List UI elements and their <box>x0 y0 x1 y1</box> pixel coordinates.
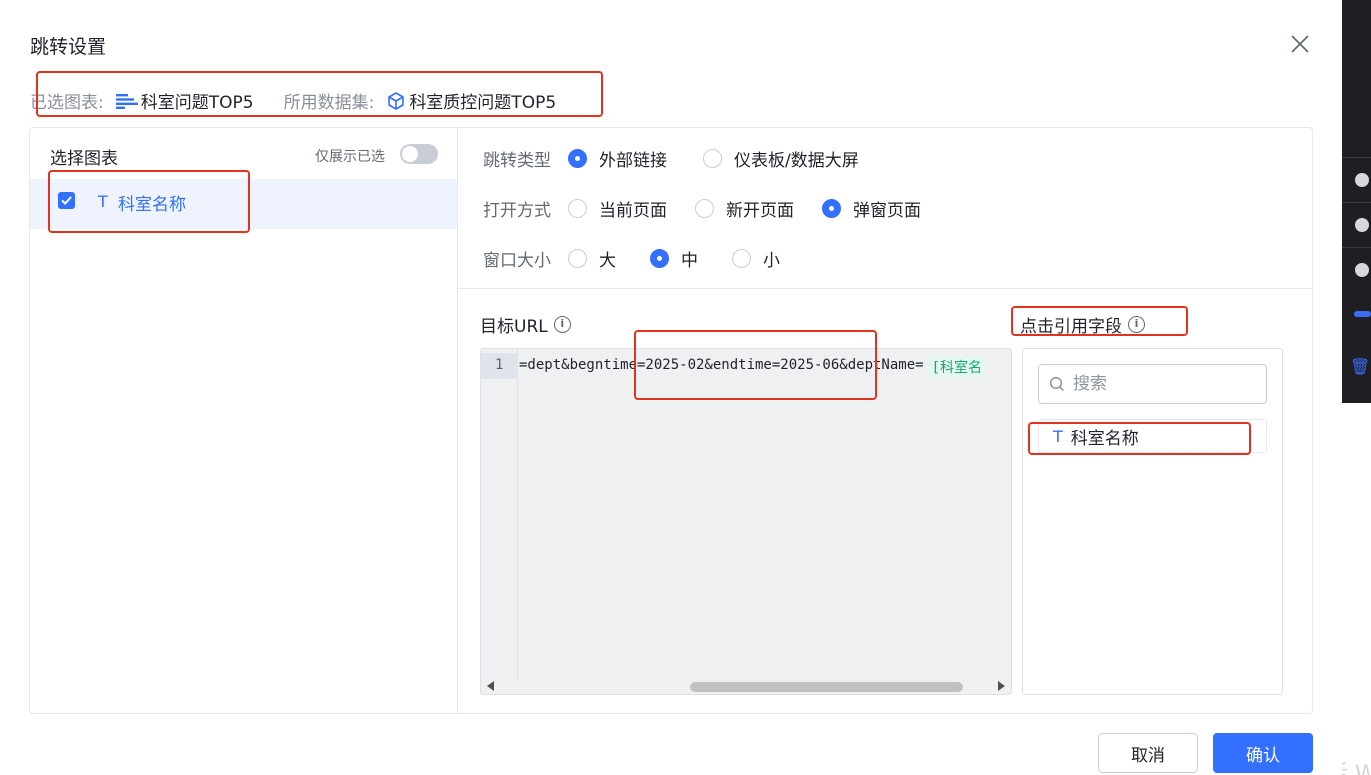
window-size-row: 窗口大小 大 中 小 <box>483 245 808 271</box>
radio-circle <box>568 198 587 218</box>
jump-type-label: 跳转类型 <box>483 150 551 171</box>
target-url-text: 目标URL <box>480 317 548 337</box>
reference-field-text: 点击引用字段 <box>1020 317 1122 337</box>
radio-size-large[interactable]: 大 <box>568 246 616 271</box>
confirm-button[interactable]: 确认 <box>1213 733 1313 773</box>
radio-size-medium[interactable]: 中 <box>650 246 698 271</box>
background-dot-icon <box>1355 173 1369 187</box>
dataset-name: 科室质控问题TOP5 <box>409 93 557 113</box>
radio-external-link[interactable]: 外部链接 <box>568 146 667 171</box>
settings-panel: 选择图表 仅展示已选 T 科室名称 跳转类型 外部链接 仪表板/数据大屏 打开方… <box>29 127 1313 714</box>
close-icon[interactable] <box>1289 33 1311 55</box>
background-panel <box>1342 403 1371 775</box>
radio-new-page[interactable]: 新开页面 <box>695 196 794 221</box>
radio-label: 当前页面 <box>599 200 667 221</box>
horizontal-scrollbar[interactable] <box>481 678 1011 694</box>
chart-field-row[interactable] <box>30 179 457 229</box>
radio-circle <box>732 248 751 268</box>
radio-label: 中 <box>681 250 698 271</box>
dataset-label: 所用数据集: <box>283 93 375 113</box>
radio-label: 大 <box>599 250 616 271</box>
jump-settings-dialog: 跳转设置 已选图表: 科室问题TOP5 所用数据集: 科室质控问题TOP5 选择… <box>0 0 1342 775</box>
field-reference-tag[interactable]: [科室名 <box>927 357 987 377</box>
scroll-right-icon[interactable] <box>998 681 1005 691</box>
radio-label: 弹窗页面 <box>853 200 921 221</box>
radio-current-page[interactable]: 当前页面 <box>568 196 667 221</box>
line-number: 1 <box>495 357 504 373</box>
radio-label: 外部链接 <box>599 150 667 171</box>
text-type-icon: T <box>98 192 108 211</box>
cancel-button[interactable]: 取消 <box>1098 733 1198 773</box>
chart-select-title: 选择图表 <box>50 149 118 169</box>
field-search-box <box>1038 364 1267 404</box>
url-code-line[interactable]: =dept&begntime=2025-02&endtime=2025-06&d… <box>519 357 987 377</box>
text-type-icon: T <box>1053 426 1063 446</box>
selected-chart-label: 已选图表: <box>30 93 104 113</box>
radio-label: 新开页面 <box>726 200 794 221</box>
search-icon <box>1049 376 1065 392</box>
reference-field-label: 点击引用字段 i <box>1020 312 1145 337</box>
only-selected-toggle[interactable] <box>400 144 438 164</box>
background-dot-icon <box>1355 263 1369 277</box>
radio-circle <box>568 248 587 268</box>
cube-icon <box>388 91 405 110</box>
background-app: 🗑 <box>1342 0 1371 775</box>
bar-chart-icon <box>115 93 138 109</box>
only-selected-label: 仅展示已选 <box>315 149 385 165</box>
target-url-label: 目标URL i <box>480 312 571 337</box>
editor-gutter <box>481 349 518 694</box>
scroll-left-icon[interactable] <box>487 681 494 691</box>
info-icon[interactable]: i <box>1128 316 1145 333</box>
radio-circle <box>822 198 841 218</box>
url-code-text: =dept&begntime=2025-02&endtime=2025-06&d… <box>519 357 924 373</box>
radio-circle <box>695 198 714 218</box>
chart-field-checkbox[interactable] <box>58 192 75 209</box>
radio-circle <box>650 248 669 268</box>
window-size-label: 窗口大小 <box>483 250 551 271</box>
selected-chart-name: 科室问题TOP5 <box>140 93 254 113</box>
radio-circle <box>703 148 722 168</box>
radio-size-small[interactable]: 小 <box>732 246 780 271</box>
background-dot-icon <box>1355 218 1369 232</box>
field-search-input[interactable] <box>1073 374 1243 394</box>
radio-label: 仪表板/数据大屏 <box>734 150 859 171</box>
background-bar <box>1354 311 1371 317</box>
info-icon[interactable]: i <box>553 316 571 333</box>
reference-field-panel: T 科室名称 <box>1022 348 1283 695</box>
dialog-title: 跳转设置 <box>30 36 107 58</box>
radio-dashboard[interactable]: 仪表板/数据大屏 <box>703 146 859 171</box>
chart-field-label: 科室名称 <box>118 195 186 215</box>
open-mode-row: 打开方式 当前页面 新开页面 弹窗页面 <box>483 195 949 221</box>
chart-select-pane: 选择图表 仅展示已选 T 科室名称 <box>30 128 458 713</box>
section-divider <box>458 288 1313 289</box>
reference-field-item[interactable]: T 科室名称 <box>1038 419 1267 453</box>
toggle-knob <box>402 146 418 162</box>
trash-icon: 🗑 <box>1350 357 1371 376</box>
jump-config-pane: 跳转类型 外部链接 仪表板/数据大屏 打开方式 当前页面 新开页面 弹窗页面 窗… <box>458 128 1313 713</box>
url-code-editor[interactable]: 1 =dept&begntime=2025-02&endtime=2025-06… <box>480 348 1012 695</box>
radio-label: 小 <box>763 250 780 271</box>
jump-type-row: 跳转类型 外部链接 仪表板/数据大屏 <box>483 145 887 171</box>
selection-info: 已选图表: 科室问题TOP5 所用数据集: 科室质控问题TOP5 <box>30 88 556 113</box>
check-icon <box>61 196 72 205</box>
radio-popup-page[interactable]: 弹窗页面 <box>822 196 921 221</box>
reference-field-name: 科室名称 <box>1070 428 1139 449</box>
scrollbar-thumb[interactable] <box>690 682 963 692</box>
open-mode-label: 打开方式 <box>483 200 551 221</box>
radio-circle <box>568 148 587 168</box>
